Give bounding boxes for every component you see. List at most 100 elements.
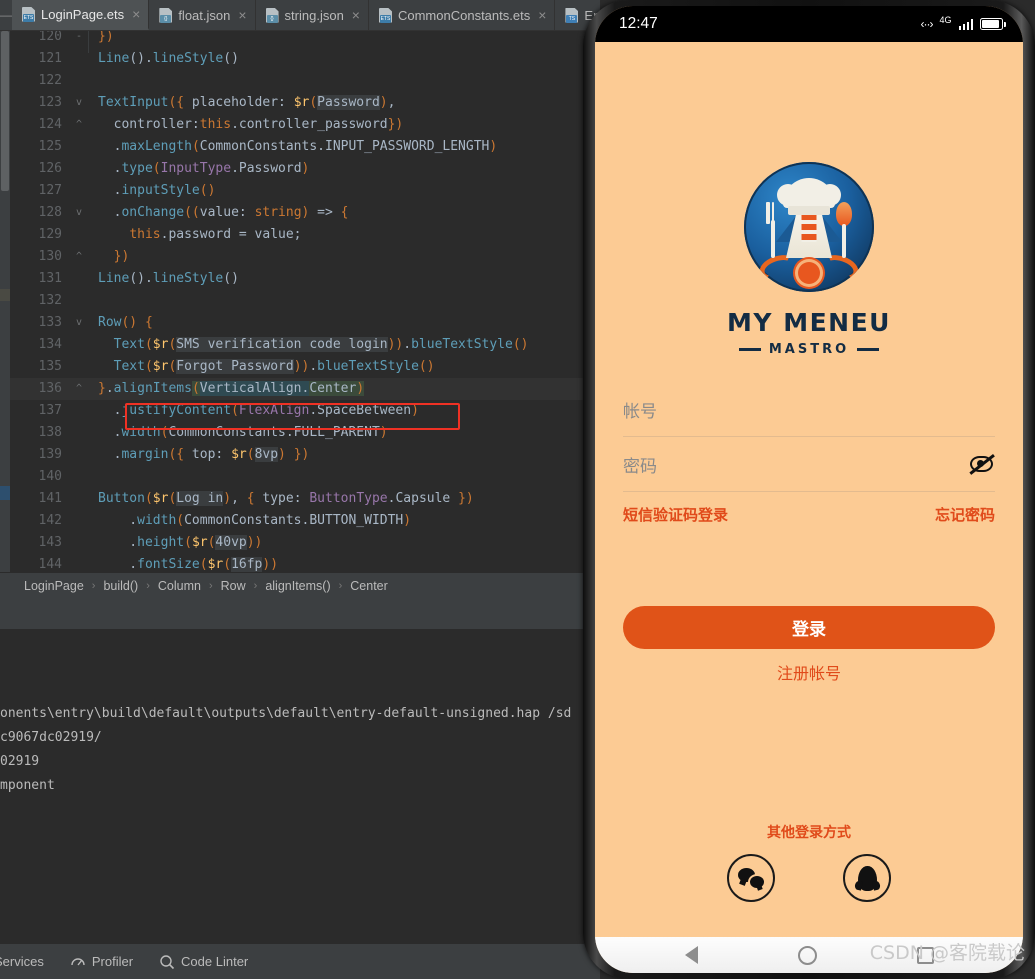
eye-off-icon[interactable] <box>968 454 995 475</box>
tab-float-json[interactable]: {} float.json × <box>149 0 256 30</box>
code-line: 138 .width(CommonConstants.FULL_PARENT) <box>10 422 600 444</box>
code-line: 120 - }) <box>10 31 600 48</box>
nav-back-icon[interactable] <box>684 946 698 964</box>
sms-login-link[interactable]: 短信验证码登录 <box>623 504 728 525</box>
code-line: 143 .height($r(40vp)) <box>10 532 600 554</box>
breadcrumb-item-column[interactable]: Column <box>156 579 203 593</box>
fold-marker[interactable]: ^ <box>72 246 86 268</box>
line-number: 140 <box>38 469 62 484</box>
code-text: .margin({ top: $r(8vp) }) <box>98 447 310 462</box>
status-item-code-linter[interactable]: Code Linter <box>159 954 248 970</box>
register-link[interactable]: 注册帐号 <box>595 660 1023 684</box>
tab-commonconstants-ets[interactable]: ETS CommonConstants.ets × <box>369 0 556 30</box>
status-item-label: Services <box>0 954 44 969</box>
code-line: 127 .inputStyle() <box>10 180 600 202</box>
line-number: 122 <box>38 73 62 88</box>
close-icon[interactable]: × <box>352 8 360 22</box>
status-item-label: Code Linter <box>181 954 249 969</box>
logo-subtitle: MASTRO <box>768 342 850 357</box>
ts-file-icon: TS <box>565 7 579 23</box>
code-text: .width(CommonConstants.FULL_PARENT) <box>98 425 388 440</box>
fold-marker[interactable]: v <box>72 92 86 114</box>
password-input-placeholder: 密码 <box>623 456 657 477</box>
breadcrumb-item-alignitems[interactable]: alignItems() <box>263 579 332 593</box>
code-linter-icon <box>159 954 175 970</box>
code-text: .height($r(40vp)) <box>98 535 263 550</box>
code-line: 134 Text($r(SMS verification code login)… <box>10 334 600 356</box>
tab-loginpage-ets[interactable]: ETS LoginPage.ets × <box>12 0 150 30</box>
gutter-scroll-thumb[interactable] <box>1 31 9 191</box>
code-lines-container[interactable]: 120 - }) 121 Line().lineStyle() 122 123 … <box>10 31 600 572</box>
breadcrumb-item-loginpage[interactable]: LoginPage <box>22 579 86 593</box>
code-text: }) <box>98 249 130 264</box>
close-icon[interactable]: × <box>238 8 246 22</box>
line-number: 137 <box>38 403 62 418</box>
profiler-icon <box>70 954 86 970</box>
breadcrumb-item-build[interactable]: build() <box>101 579 140 593</box>
login-button[interactable]: 登录 <box>623 606 995 649</box>
tab-label: float.json <box>178 7 231 23</box>
divider-dash <box>738 348 761 351</box>
line-number: 139 <box>38 447 62 462</box>
close-icon[interactable]: × <box>132 7 140 21</box>
editor-left-gutter-strip[interactable] <box>0 31 10 572</box>
qq-login-button[interactable] <box>843 854 891 902</box>
ets-file-icon: ETS <box>22 6 35 22</box>
forgot-password-link[interactable]: 忘记密码 <box>935 504 995 525</box>
code-text: Line().lineStyle() <box>98 51 239 66</box>
code-line: 137 .justifyContent(FlexAlign.SpaceBetwe… <box>10 400 600 422</box>
tab-label: string.json <box>284 7 344 23</box>
account-field[interactable]: 帐号 <box>623 382 995 437</box>
line-number: 127 <box>38 183 62 198</box>
qq-icon <box>857 865 877 891</box>
code-text: this.password = value; <box>129 227 302 242</box>
tool-window-header[interactable] <box>0 598 600 630</box>
nav-home-icon[interactable] <box>797 945 817 965</box>
fold-marker[interactable]: v <box>72 202 86 224</box>
tab-string-json[interactable]: {} string.json × <box>256 0 369 30</box>
code-line: 125 .maxLength(CommonConstants.INPUT_PAS… <box>10 136 600 158</box>
code-line-highlighted: 136 ^ }.alignItems(VerticalAlign.Center) <box>10 378 600 400</box>
line-number: 134 <box>38 337 62 352</box>
status-item-services[interactable]: Services <box>0 954 44 969</box>
social-login-row <box>595 854 1023 902</box>
fold-marker[interactable]: ^ <box>72 378 86 400</box>
close-icon[interactable]: × <box>538 8 546 22</box>
other-login-title: 其他登录方式 <box>767 825 851 841</box>
line-number: 142 <box>38 513 62 528</box>
phone-screen: 12:47 ‹··› 4G MY MENEU MASTRO 帐号 密码 短信验证… <box>595 6 1023 973</box>
line-number: 126 <box>38 161 62 176</box>
screenshot-root: — ETS LoginPage.ets × {} float.json × {}… <box>0 0 1035 979</box>
breadcrumb-item-center[interactable]: Center <box>348 579 390 593</box>
phone-status-bar: 12:47 ‹··› 4G <box>595 6 1023 42</box>
status-item-profiler[interactable]: Profiler <box>70 954 133 970</box>
fold-marker[interactable]: - <box>72 31 86 48</box>
line-number: 129 <box>38 227 62 242</box>
line-number: 120 <box>38 31 62 44</box>
code-line: 131 Line().lineStyle() <box>10 268 600 290</box>
chevron-right-icon: › <box>208 579 213 592</box>
code-text: .fontSize($r(16fp)) <box>98 557 279 572</box>
code-line: 139 .margin({ top: $r(8vp) }) <box>10 444 600 466</box>
password-field[interactable]: 密码 <box>623 437 995 492</box>
run-console-output[interactable]: onents\entry\build\default\outputs\defau… <box>0 630 600 943</box>
fold-marker[interactable]: ^ <box>72 114 86 136</box>
code-text: .justifyContent(FlexAlign.SpaceBetween) <box>98 403 419 418</box>
battery-icon <box>980 18 1006 30</box>
wechat-login-button[interactable] <box>727 854 775 902</box>
code-text: Button($r(Log in), { type: ButtonType.Ca… <box>98 491 474 506</box>
line-number: 135 <box>38 359 62 374</box>
line-number: 124 <box>38 117 62 132</box>
code-text: .onChange((value: string) => { <box>98 205 349 220</box>
code-editor[interactable]: 120 - }) 121 Line().lineStyle() 122 123 … <box>0 31 600 572</box>
code-text: Row() { <box>98 315 153 330</box>
line-number: 131 <box>38 271 62 286</box>
chevron-right-icon: › <box>146 579 150 592</box>
watermark: CSDN @客院载论 <box>869 942 1025 964</box>
tab-bar-left-handle: — <box>0 8 12 22</box>
status-indicators: ‹··› 4G <box>921 15 1006 31</box>
code-line: 135 Text($r(Forgot Password)).blueTextSt… <box>10 356 600 378</box>
code-line: 133 v Row() { <box>10 312 600 334</box>
fold-marker[interactable]: v <box>72 312 86 334</box>
breadcrumb-item-row[interactable]: Row <box>219 579 248 593</box>
